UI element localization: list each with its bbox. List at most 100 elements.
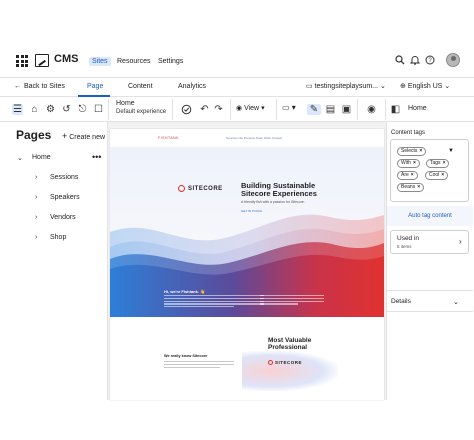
panel-toggle-icon[interactable]: ◧: [390, 104, 401, 115]
page-template: Default experience: [116, 109, 167, 115]
language-selector[interactable]: ⊕ English US ⌄: [400, 82, 450, 90]
cms-logo-icon: [35, 54, 49, 67]
tag-label: Beans: [401, 184, 416, 190]
redo-icon[interactable]: ↷: [213, 104, 224, 115]
site-tree-icon[interactable]: ⌂: [29, 104, 40, 115]
nav-sites[interactable]: Sites: [89, 57, 111, 66]
nav-resources[interactable]: Resources: [117, 58, 150, 65]
tab-content[interactable]: Content: [128, 83, 153, 90]
toolbar-divider: [172, 99, 173, 120]
chevron-right-icon[interactable]: ›: [35, 174, 37, 181]
hero-section[interactable]: SITECORE Building Sustainable Sitecore E…: [110, 147, 384, 317]
remove-tag-icon[interactable]: ×: [411, 172, 414, 178]
properties-panel: Content tags Selects × ▼ With × Tags × Are ×…: [386, 122, 474, 400]
hero-subtitle[interactable]: A friendly fish with a passion for Sitec…: [241, 200, 305, 204]
device-dropdown[interactable]: ▭ ▾: [282, 103, 296, 112]
chevron-right-icon: ›: [459, 237, 462, 246]
pencil-icon[interactable]: ✎: [307, 104, 321, 115]
tree-item-home[interactable]: Home: [32, 154, 51, 161]
app-launcher-icon[interactable]: [16, 55, 28, 67]
help-icon[interactable]: ?: [425, 55, 435, 65]
remove-tag-icon[interactable]: ×: [443, 160, 446, 166]
used-in-title: Used in: [397, 235, 420, 242]
more-options-icon[interactable]: •••: [92, 152, 101, 162]
bell-icon[interactable]: [409, 55, 421, 65]
history-icon[interactable]: ↺: [61, 104, 72, 115]
search-icon[interactable]: [395, 55, 405, 65]
list-view-icon[interactable]: ☰: [12, 104, 23, 115]
remove-tag-icon[interactable]: ×: [413, 160, 416, 166]
pages-panel: Pages + Create new ⌄ Home ••• › Sessions…: [0, 122, 108, 400]
remove-tag-icon[interactable]: ×: [441, 172, 444, 178]
tree-item-vendors[interactable]: Vendors: [50, 214, 76, 221]
chevron-down-icon: ⌄: [444, 83, 451, 90]
app-title: CMS: [54, 53, 79, 65]
chevron-right-icon[interactable]: ›: [35, 214, 37, 221]
plus-icon: +: [62, 131, 68, 141]
toolbar-divider: [385, 99, 386, 120]
tree-item-shop[interactable]: Shop: [50, 234, 66, 241]
tab-bar: ← Back to Sites Page Content Analytics ▭…: [0, 77, 474, 97]
hero-paragraph-left: [164, 295, 264, 309]
content-tags-field[interactable]: Selects × ▼ With × Tags × Are × Cool × Beans ×: [390, 139, 469, 202]
tag-chip[interactable]: With ×: [397, 159, 420, 168]
tag-label: Cool: [429, 172, 440, 178]
toolbar-divider: [230, 99, 231, 120]
tree-item-speakers[interactable]: Speakers: [50, 194, 80, 201]
tag-chip[interactable]: Tags ×: [426, 159, 450, 168]
nav-settings[interactable]: Settings: [158, 58, 183, 65]
chevron-down-icon[interactable]: ⌄: [453, 298, 459, 306]
toolbar-divider: [357, 99, 358, 120]
tag-label: With: [401, 160, 411, 166]
site-preview[interactable]: FISHTANK Services Our Process Team Work …: [110, 129, 384, 400]
hero-greeting[interactable]: Hi, we're Fishtank. 👋: [164, 289, 205, 294]
tag-chip[interactable]: Cool ×: [425, 171, 449, 180]
sitecore-logo-icon: [268, 360, 273, 365]
mvp-section[interactable]: We really know Sitecore Most Valuable Pr…: [110, 317, 384, 400]
know-sitecore-title[interactable]: We really know Sitecore: [164, 354, 207, 358]
mvp-gradient-decoration: [242, 351, 338, 391]
hero-cta-link[interactable]: GET IN TOUCH: [241, 209, 262, 213]
site-selector[interactable]: ▭ testingsiteplaysum... ⌄: [306, 82, 386, 90]
view-dropdown[interactable]: ◉ View ▾: [236, 104, 265, 112]
chevron-down-icon[interactable]: ⌄: [17, 154, 23, 162]
tree-item-sessions[interactable]: Sessions: [50, 174, 78, 181]
editor-toolbar: ☰ ⌂ ⚙ ↺ ⎋ ☐ Home Default experience ↶ ↷ …: [0, 97, 474, 122]
user-avatar[interactable]: [446, 53, 460, 67]
remove-tag-icon[interactable]: ×: [419, 148, 422, 154]
right-panel-title: Home: [408, 105, 427, 112]
chevron-right-icon[interactable]: ›: [35, 234, 37, 241]
dropdown-arrow-icon[interactable]: ▼: [448, 148, 454, 154]
settings-icon[interactable]: ⚙: [45, 104, 56, 115]
auto-tag-content-button[interactable]: Auto tag content: [387, 206, 473, 226]
tab-page[interactable]: Page: [87, 83, 103, 90]
image-icon[interactable]: ▣: [341, 104, 352, 115]
tag-chip[interactable]: Beans ×: [397, 183, 425, 192]
tab-analytics[interactable]: Analytics: [178, 83, 206, 90]
hero-paragraph-right: [260, 295, 324, 309]
chevron-down-icon: ▾: [261, 105, 265, 112]
site-nav-links: Services Our Process Team Work Contact: [226, 136, 283, 140]
create-new-label: Create new: [69, 134, 106, 141]
tag-chip[interactable]: Selects ×: [397, 147, 427, 156]
page-canvas[interactable]: FISHTANK Services Our Process Team Work …: [108, 122, 386, 400]
preview-eye-icon[interactable]: ◉: [366, 104, 377, 115]
used-in-count: 5 items: [397, 244, 412, 249]
tag-label: Selects: [401, 148, 418, 154]
share-icon[interactable]: ⎋: [77, 104, 88, 115]
checkbox-icon[interactable]: ☐: [93, 104, 104, 115]
check-circle-icon[interactable]: [181, 104, 192, 115]
remove-tag-icon[interactable]: ×: [417, 184, 420, 190]
back-arrow-icon[interactable]: ←: [14, 83, 21, 90]
chevron-right-icon[interactable]: ›: [35, 194, 37, 201]
language-select-value: English US: [407, 83, 443, 90]
used-in-card[interactable]: Used in 5 items ›: [390, 230, 469, 254]
undo-icon[interactable]: ↶: [199, 104, 210, 115]
form-icon[interactable]: ▤: [325, 104, 336, 115]
tag-chip[interactable]: Are ×: [397, 171, 418, 180]
create-new-button[interactable]: + Create new: [62, 131, 105, 141]
details-section-toggle[interactable]: Details: [391, 298, 411, 305]
back-to-sites-link[interactable]: Back to Sites: [24, 83, 65, 90]
mvp-title[interactable]: Most Valuable Professional: [268, 337, 328, 351]
hero-title[interactable]: Building Sustainable Sitecore Experience…: [241, 182, 331, 198]
